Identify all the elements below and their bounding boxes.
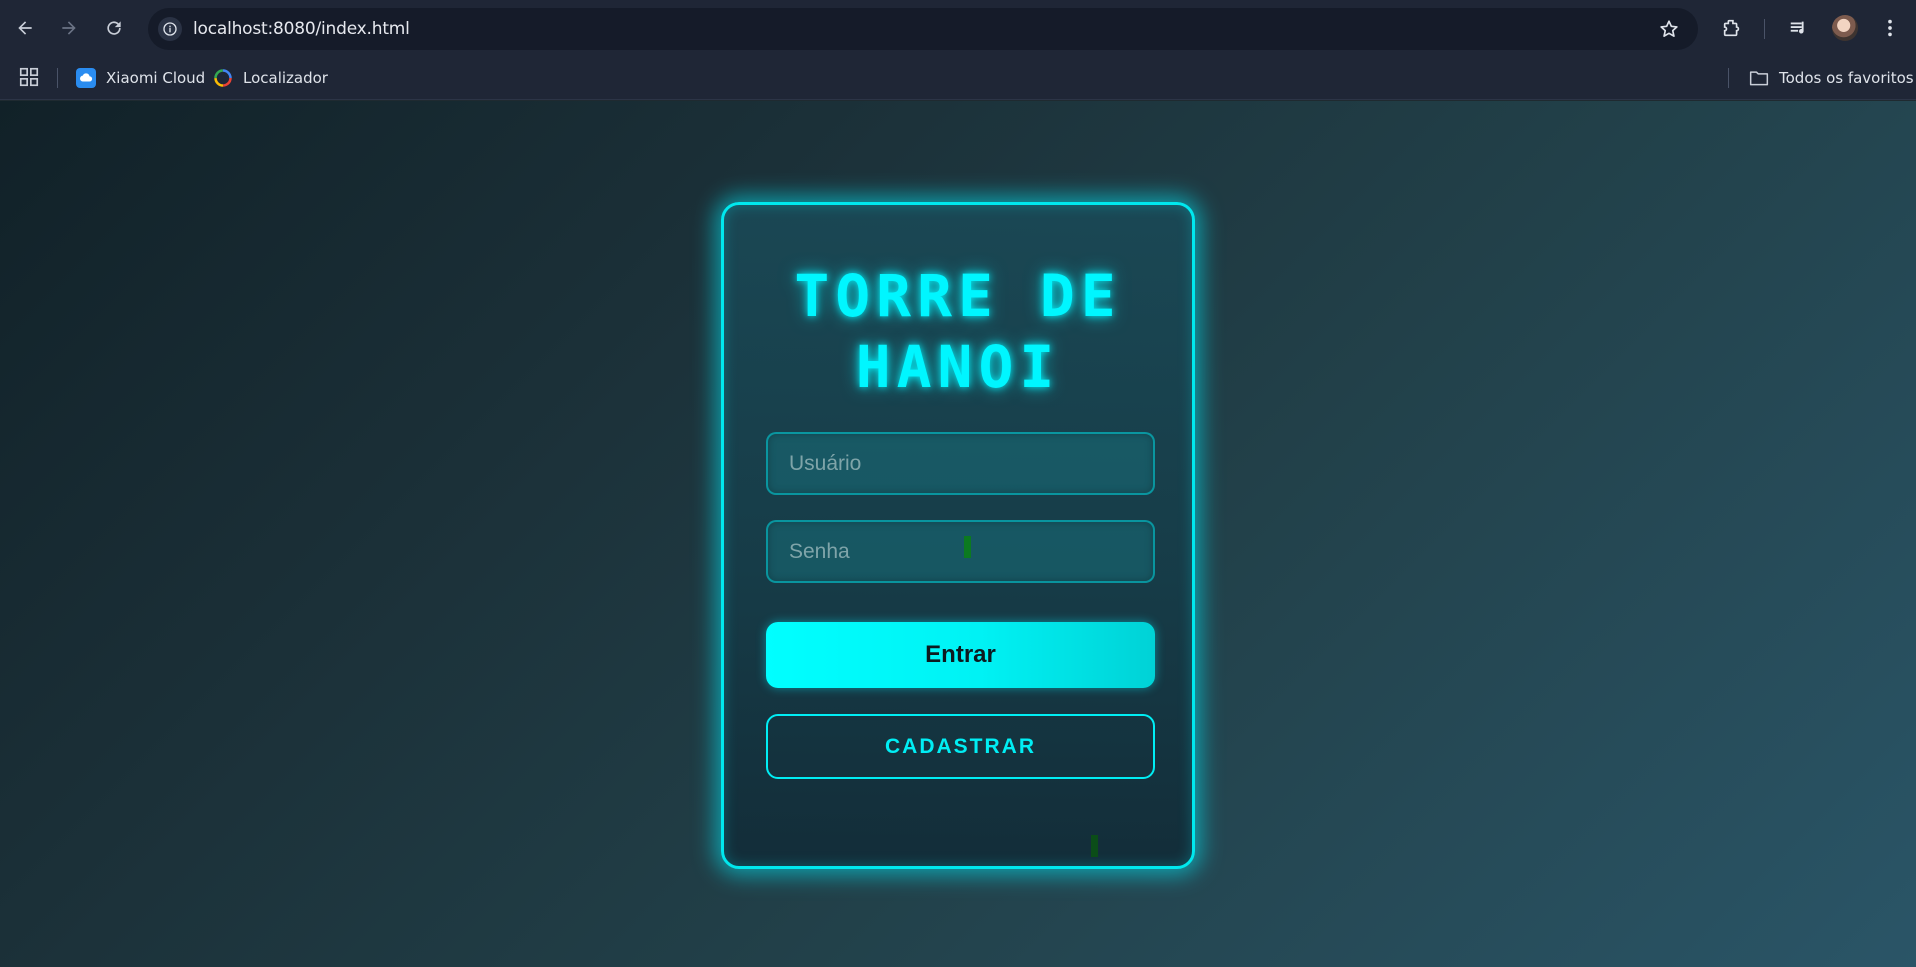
cursor-marker (964, 536, 971, 558)
register-button[interactable]: CADASTRAR (766, 714, 1155, 779)
bookmarks-separator (57, 68, 58, 88)
url-text: localhost:8080/index.html (193, 19, 410, 39)
arrow-left-icon (18, 21, 32, 35)
toolbar-separator (1764, 19, 1765, 39)
password-input[interactable] (768, 522, 1153, 581)
page-background: TORRE DE HANOI Entrar CADASTRAR (0, 101, 1916, 967)
bookmark-localizador[interactable]: Localizador (213, 65, 328, 91)
address-bar[interactable]: localhost:8080/index.html (148, 8, 1698, 50)
login-card: TORRE DE HANOI Entrar CADASTRAR (721, 202, 1195, 869)
back-button[interactable] (11, 14, 39, 42)
site-info-icon[interactable] (158, 17, 182, 41)
page-title: TORRE DE HANOI (724, 261, 1192, 403)
folder-icon (1749, 68, 1769, 88)
cursor-marker (1091, 835, 1098, 857)
all-bookmarks-label: Todos os favoritos (1779, 69, 1914, 87)
password-field-wrapper (766, 520, 1155, 583)
all-bookmarks-folder[interactable]: Todos os favoritos (1749, 65, 1914, 91)
profile-avatar[interactable] (1832, 15, 1858, 41)
title-line-1: TORRE DE (794, 262, 1122, 330)
extensions-icon[interactable] (1720, 16, 1744, 40)
localizador-icon (213, 68, 233, 88)
bookmark-label: Localizador (243, 69, 328, 87)
browser-toolbar: localhost:8080/index.html (0, 0, 1916, 57)
bookmarks-separator (1728, 68, 1729, 88)
bookmark-xiaomi-cloud[interactable]: Xiaomi Cloud (76, 65, 205, 91)
bookmark-label: Xiaomi Cloud (106, 69, 206, 87)
reload-button[interactable] (100, 14, 128, 42)
apps-grid-icon[interactable] (18, 66, 40, 88)
bookmark-star-icon[interactable] (1658, 18, 1680, 40)
reload-icon (107, 21, 121, 35)
arrow-right-icon (62, 21, 76, 35)
username-field-wrapper (766, 432, 1155, 495)
media-control-icon[interactable] (1787, 16, 1811, 40)
username-input[interactable] (768, 434, 1153, 493)
menu-dots-icon[interactable] (1878, 16, 1902, 40)
cloud-icon (76, 68, 96, 88)
login-button[interactable]: Entrar (766, 622, 1155, 688)
title-line-2: HANOI (855, 333, 1061, 401)
forward-button[interactable] (55, 14, 83, 42)
bookmarks-bar: Xiaomi Cloud Localizador Todos os favori… (0, 57, 1916, 100)
